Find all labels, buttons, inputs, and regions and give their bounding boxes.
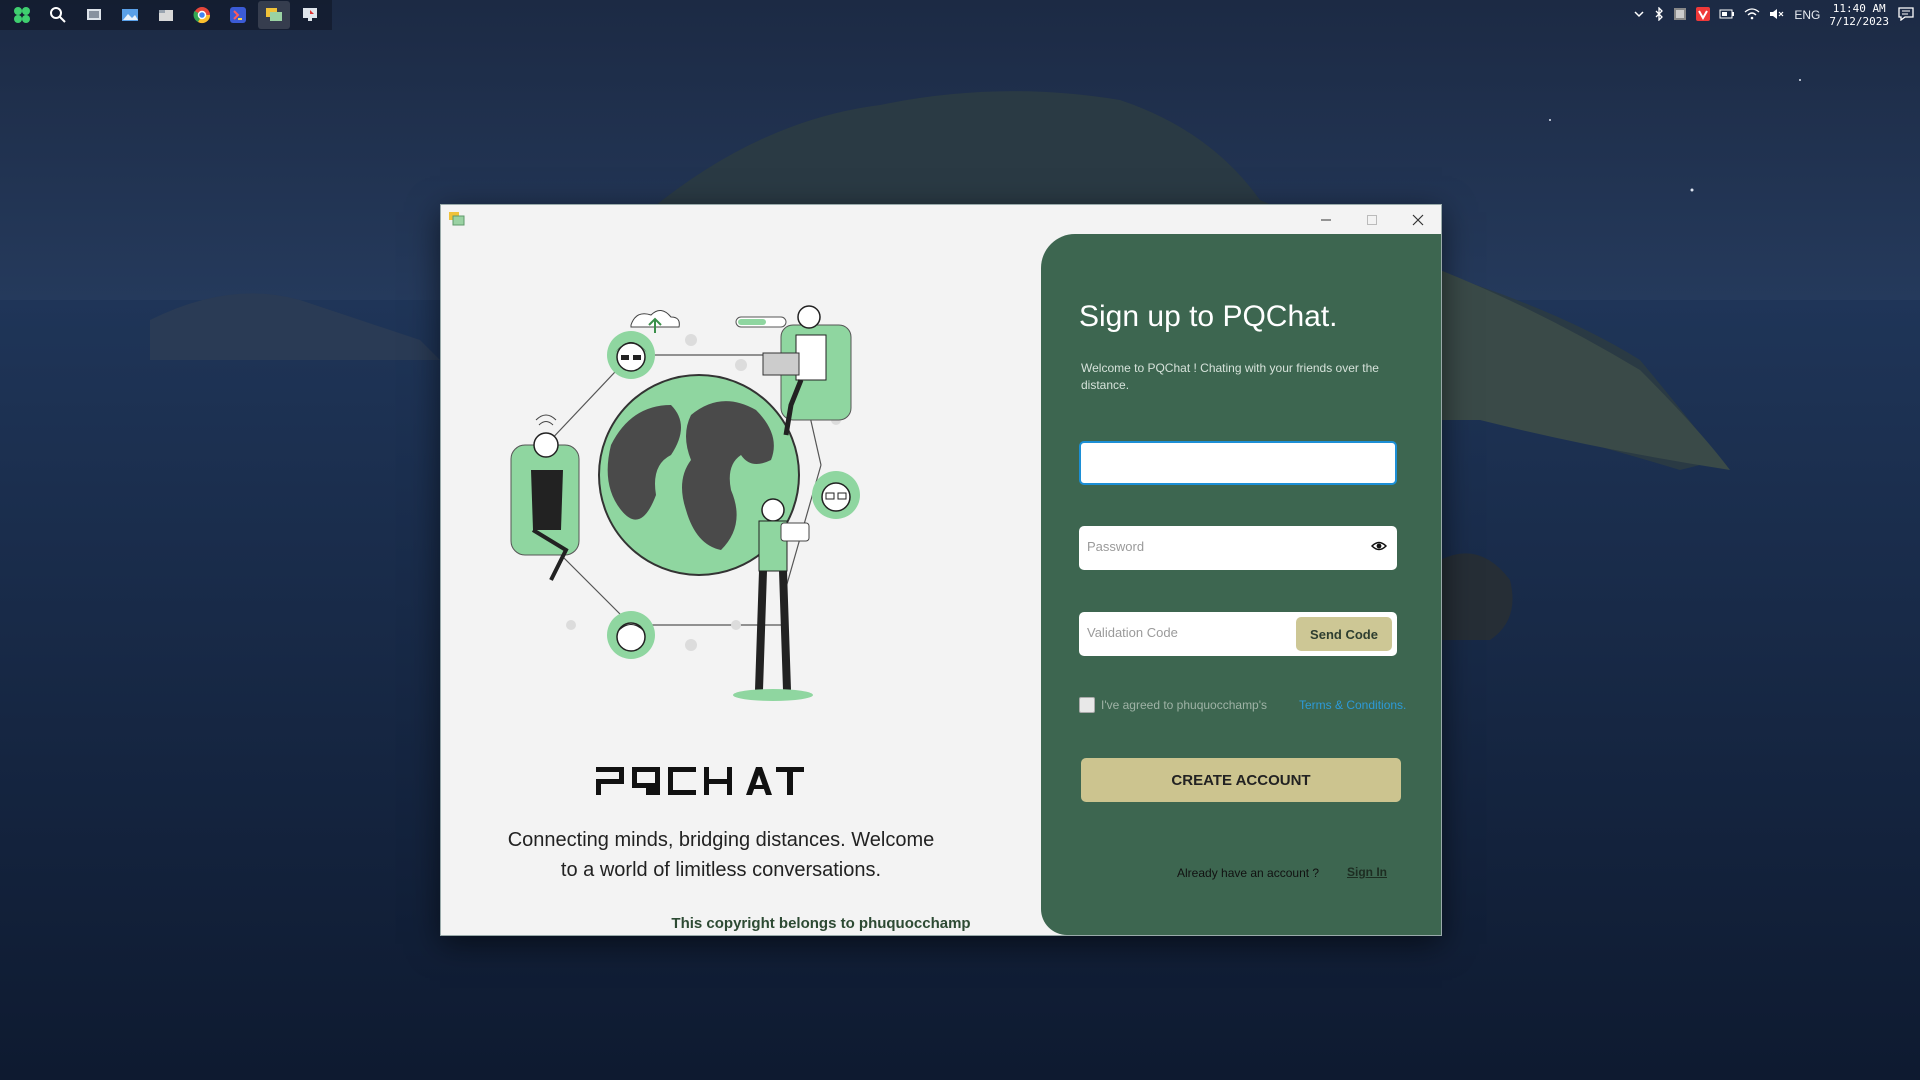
welcome-pane: Connecting minds, bridging distances. We… [441,235,1041,935]
maximize-icon [1367,215,1377,225]
language-indicator[interactable]: ENG [1794,8,1820,22]
battery-icon[interactable] [1719,8,1735,22]
terms-link[interactable]: Terms & Conditions. [1299,698,1406,712]
signup-title: Sign up to PQChat. [1079,300,1338,333]
send-code-button[interactable]: Send Code [1296,617,1392,651]
password-field[interactable] [1079,526,1397,570]
email-field[interactable] [1079,441,1397,485]
email-input[interactable] [1081,443,1357,483]
signup-panel: Sign up to PQChat. Welcome to PQChat ! C… [1041,234,1441,935]
global-connection-illustration [510,305,860,701]
close-button[interactable] [1395,205,1441,235]
bluetooth-icon[interactable] [1654,5,1664,24]
title-bar[interactable] [441,205,1441,235]
signup-subtitle: Welcome to PQChat ! Chating with your fr… [1081,361,1379,392]
system-tray: ENG 11:40 AM 7/12/2023 [1633,0,1914,30]
minimize-icon [1321,219,1331,221]
wifi-icon[interactable] [1744,7,1760,23]
create-account-button[interactable]: CREATE ACCOUNT [1081,758,1401,802]
taskbar: ENG 11:40 AM 7/12/2023 [0,0,1920,30]
pqchat-icon[interactable] [258,1,290,29]
vivaldi-icon[interactable] [1696,6,1711,24]
chrome-icon[interactable] [186,1,218,29]
taskbar-apps [0,0,332,30]
have-account-text: Already have an account ? [1177,866,1320,880]
volume-muted-icon[interactable] [1769,8,1785,23]
validation-code-input[interactable] [1079,612,1295,652]
eye-icon[interactable] [1370,539,1388,558]
start-icon[interactable] [6,1,38,29]
remote-desktop-icon[interactable] [294,1,326,29]
clock[interactable]: 11:40 AM 7/12/2023 [1829,2,1889,28]
notification-icon[interactable] [1898,6,1914,24]
clock-time: 11:40 AM [1832,2,1886,15]
minimize-button[interactable] [1303,205,1349,235]
file-explorer-icon[interactable] [150,1,182,29]
chevron-up-icon[interactable] [1633,8,1645,22]
maximize-button[interactable] [1349,205,1395,235]
tray-app-icon[interactable] [1673,7,1687,24]
search-icon[interactable] [42,1,74,29]
copyright-text: This copyright belongs to phuquocchamp [671,915,971,932]
visual-studio-icon[interactable] [222,1,254,29]
clock-date: 7/12/2023 [1829,15,1889,28]
task-view-icon[interactable] [78,1,110,29]
sign-in-link[interactable]: Sign In [1347,865,1387,879]
pqchat-app-icon [449,212,465,231]
agree-checkbox[interactable] [1079,697,1095,713]
validation-code-field[interactable]: Send Code [1079,612,1397,656]
pqchat-window: Connecting minds, bridging distances. We… [440,204,1442,936]
photos-icon[interactable] [114,1,146,29]
pqchat-logo [596,767,804,795]
terms-agreement: I've agreed to phuquocchamp's [1079,697,1267,713]
close-icon [1412,214,1424,226]
tagline: Connecting minds, bridging distances. We… [507,829,935,881]
password-input[interactable] [1079,526,1355,566]
agree-label: I've agreed to phuquocchamp's [1101,698,1268,712]
